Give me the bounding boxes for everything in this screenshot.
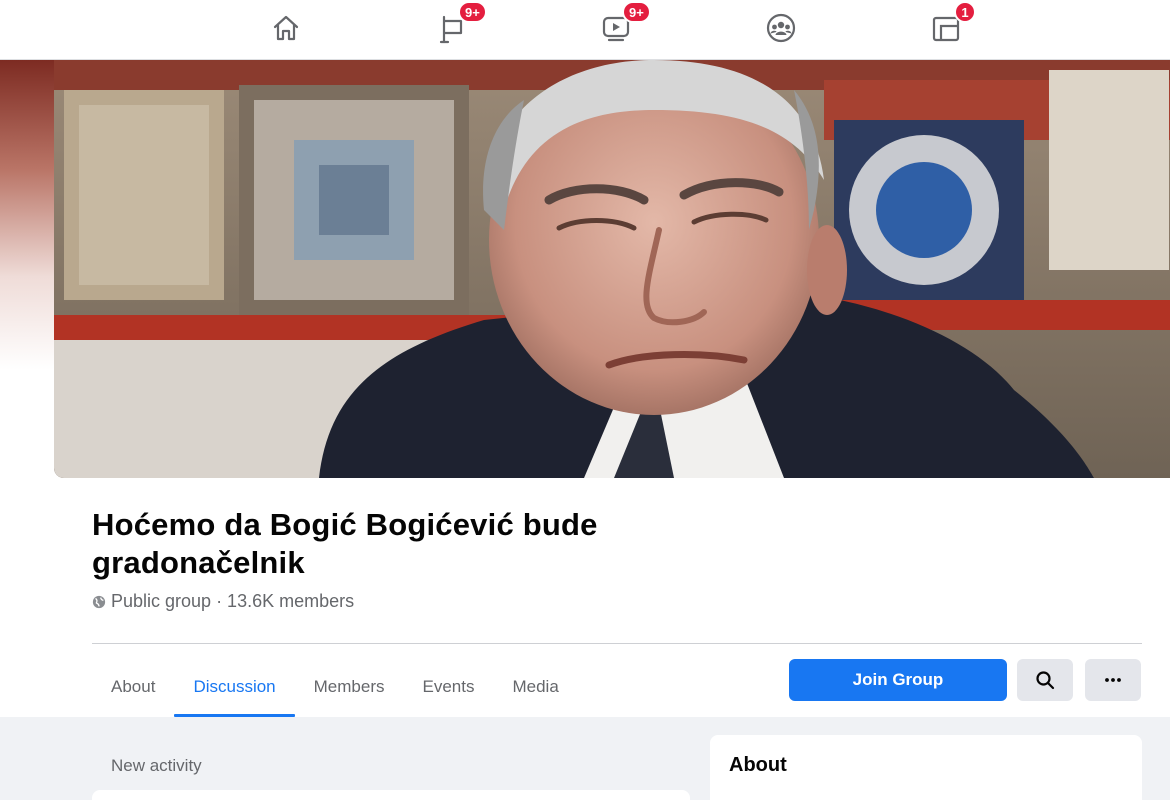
- more-options-button[interactable]: [1085, 659, 1141, 701]
- tab-events[interactable]: Events: [404, 656, 494, 717]
- watch-badge: 9+: [622, 1, 651, 23]
- group-title: Hoćemo da Bogić Bogićević bude gradonače…: [92, 507, 598, 580]
- join-group-button[interactable]: Join Group: [789, 659, 1007, 701]
- tab-about[interactable]: About: [92, 656, 174, 717]
- nav-watch[interactable]: 9+: [586, 1, 651, 48]
- nav-gaming[interactable]: 1: [916, 1, 976, 48]
- group-privacy-members: Public group · 13.6K members: [111, 591, 355, 611]
- nav-home[interactable]: [256, 8, 316, 48]
- about-card-title: About: [729, 754, 787, 776]
- groups-icon: [766, 13, 796, 43]
- group-tabs: About Discussion Members Events Media: [92, 656, 578, 717]
- feed-card: [92, 790, 690, 800]
- cover-edge-gradient: [0, 60, 54, 370]
- nav-pages[interactable]: 9+: [422, 1, 487, 48]
- search-group-button[interactable]: [1017, 659, 1073, 701]
- tab-members[interactable]: Members: [295, 656, 404, 717]
- about-card: About: [710, 735, 1142, 800]
- tab-discussion[interactable]: Discussion: [174, 656, 295, 717]
- tab-media[interactable]: Media: [493, 656, 577, 717]
- more-icon: [1105, 678, 1121, 682]
- pages-badge: 9+: [458, 1, 487, 23]
- new-activity-label: New activity: [111, 756, 202, 775]
- search-icon: [1036, 671, 1055, 690]
- gaming-badge: 1: [954, 1, 976, 23]
- header-divider: [92, 643, 1142, 644]
- top-navigation-bar: 9+ 9+ 1: [0, 0, 1170, 60]
- home-icon: [273, 15, 299, 41]
- group-meta: Public group · 13.6K members: [92, 591, 354, 612]
- cover-photo-image: [54, 60, 1170, 478]
- globe-icon: [92, 595, 106, 608]
- group-header: Hoćemo da Bogić Bogićević bude gradonače…: [0, 60, 1170, 717]
- nav-groups[interactable]: [751, 8, 811, 48]
- cover-photo[interactable]: [54, 60, 1170, 478]
